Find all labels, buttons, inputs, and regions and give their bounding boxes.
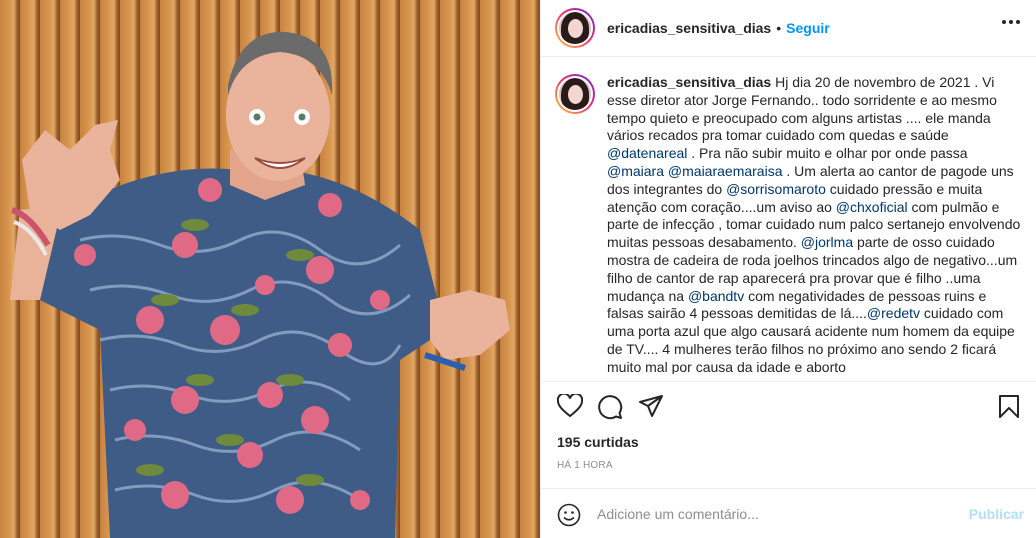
like-count[interactable]: 195 curtidas [557, 434, 639, 450]
instagram-post: ericadias_sensitiva_dias • Seguir ericad… [0, 0, 1036, 538]
comment-input[interactable]: Adicione um comentário... [597, 506, 759, 522]
caption-avatar[interactable] [555, 74, 595, 114]
username-link[interactable]: ericadias_sensitiva_dias [607, 20, 771, 36]
mention-link[interactable]: @jorlma [801, 234, 853, 250]
separator-dot: • [776, 20, 782, 36]
bookmark-icon[interactable] [998, 394, 1020, 419]
caption-username[interactable]: ericadias_sensitiva_dias [607, 74, 771, 90]
more-options-icon[interactable] [1002, 20, 1020, 24]
action-bar [541, 381, 1036, 431]
avatar[interactable] [555, 8, 595, 48]
post-header: ericadias_sensitiva_dias • Seguir [541, 0, 1036, 57]
heart-icon[interactable] [557, 394, 583, 418]
mention-link[interactable]: @sorrisomaroto [726, 181, 826, 197]
comment-bar: Adicione um comentário... Publicar [541, 488, 1036, 538]
man-in-floral-shirt-illustration [10, 31, 510, 538]
caption-body: Hj dia 20 de novembro de 2021 . Vi esse … [607, 74, 1020, 374]
comment-icon[interactable] [597, 394, 623, 420]
mention-link[interactable]: @maiara [607, 163, 664, 179]
mention-link[interactable]: @chxoficial [836, 199, 908, 215]
post-side-panel: ericadias_sensitiva_dias • Seguir ericad… [541, 0, 1036, 538]
emoji-icon[interactable] [557, 503, 581, 527]
mention-link[interactable]: @bandtv [688, 288, 744, 304]
mention-link[interactable]: @redetv [867, 305, 920, 321]
share-icon[interactable] [638, 394, 664, 418]
caption-text-segment: . Pra não subir muito e olhar por onde p… [687, 145, 968, 162]
post-timestamp[interactable]: HÁ 1 HORA [557, 460, 613, 471]
mention-link[interactable]: @datenareal [607, 145, 687, 161]
caption: ericadias_sensitiva_dias Hj dia 20 de no… [555, 74, 1035, 374]
caption-text: ericadias_sensitiva_dias Hj dia 20 de no… [607, 74, 1025, 374]
follow-button[interactable]: Seguir [786, 20, 830, 36]
publish-button[interactable]: Publicar [969, 506, 1024, 522]
post-photo[interactable] [0, 0, 541, 538]
mention-link[interactable]: @maiaraemaraisa [668, 163, 783, 179]
